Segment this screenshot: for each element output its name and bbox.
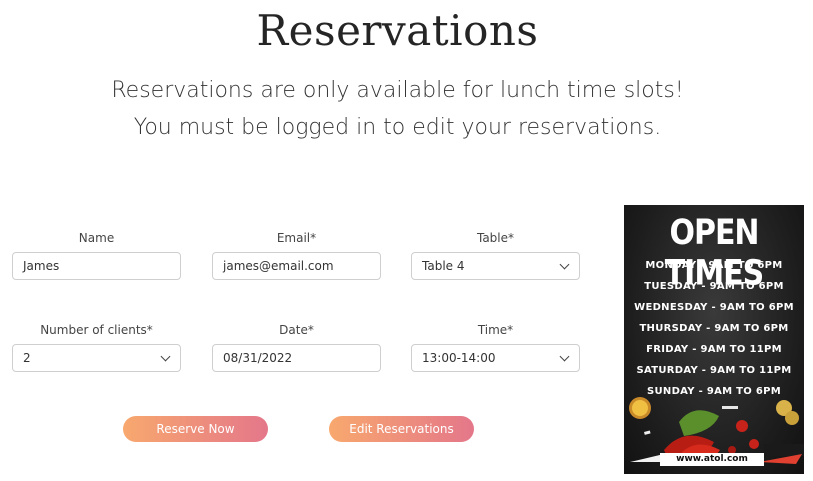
time-label: Time* xyxy=(477,323,514,337)
hours-friday: FRIDAY - 9AM TO 11PM xyxy=(646,344,782,355)
date-label: Date* xyxy=(279,323,314,337)
name-input[interactable]: James xyxy=(12,252,181,280)
name-value: James xyxy=(23,259,60,273)
chevron-down-icon xyxy=(559,259,570,270)
subtitle-login-notice: You must be logged in to edit your reser… xyxy=(133,115,662,140)
chevron-down-icon xyxy=(160,351,171,362)
email-input[interactable]: james@email.com xyxy=(212,252,381,280)
chevron-down-icon xyxy=(559,351,570,362)
subtitle-lunch-notice: Reservations are only available for lunc… xyxy=(111,78,684,103)
hours-list: MONDAY - 9AM TO 6PM TUESDAY - 9AM TO 6PM… xyxy=(624,255,804,402)
table-value: Table 4 xyxy=(422,259,465,273)
clients-value: 2 xyxy=(23,351,31,365)
hours-wednesday: WEDNESDAY - 9AM TO 6PM xyxy=(634,302,794,313)
hours-monday: MONDAY - 9AM TO 6PM xyxy=(645,260,783,271)
table-label: Table* xyxy=(476,231,515,245)
date-value: 08/31/2022 xyxy=(223,351,293,365)
time-value: 13:00-14:00 xyxy=(422,351,496,365)
name-label: Name xyxy=(78,231,115,245)
clients-label: Number of clients* xyxy=(40,323,153,337)
poster-url: www.atol.com xyxy=(660,453,764,466)
clients-select[interactable]: 2 xyxy=(12,344,181,372)
time-select[interactable]: 13:00-14:00 xyxy=(411,344,580,372)
edit-reservations-button[interactable]: Edit Reservations xyxy=(329,416,474,442)
email-label: Email* xyxy=(276,231,317,245)
date-input[interactable]: 08/31/2022 xyxy=(212,344,381,372)
hours-saturday: SATURDAY - 9AM TO 11PM xyxy=(636,365,792,376)
reserve-now-button[interactable]: Reserve Now xyxy=(123,416,268,442)
hours-tuesday: TUESDAY - 9AM TO 6PM xyxy=(644,281,784,292)
hours-thursday: THURSDAY - 9AM TO 6PM xyxy=(639,323,789,334)
page-title: Reservations xyxy=(256,6,539,55)
table-select[interactable]: Table 4 xyxy=(411,252,580,280)
open-times-poster: OPEN TIMES MONDAY - 9AM TO 6PM TUESDAY -… xyxy=(624,205,804,474)
email-value: james@email.com xyxy=(223,259,334,273)
